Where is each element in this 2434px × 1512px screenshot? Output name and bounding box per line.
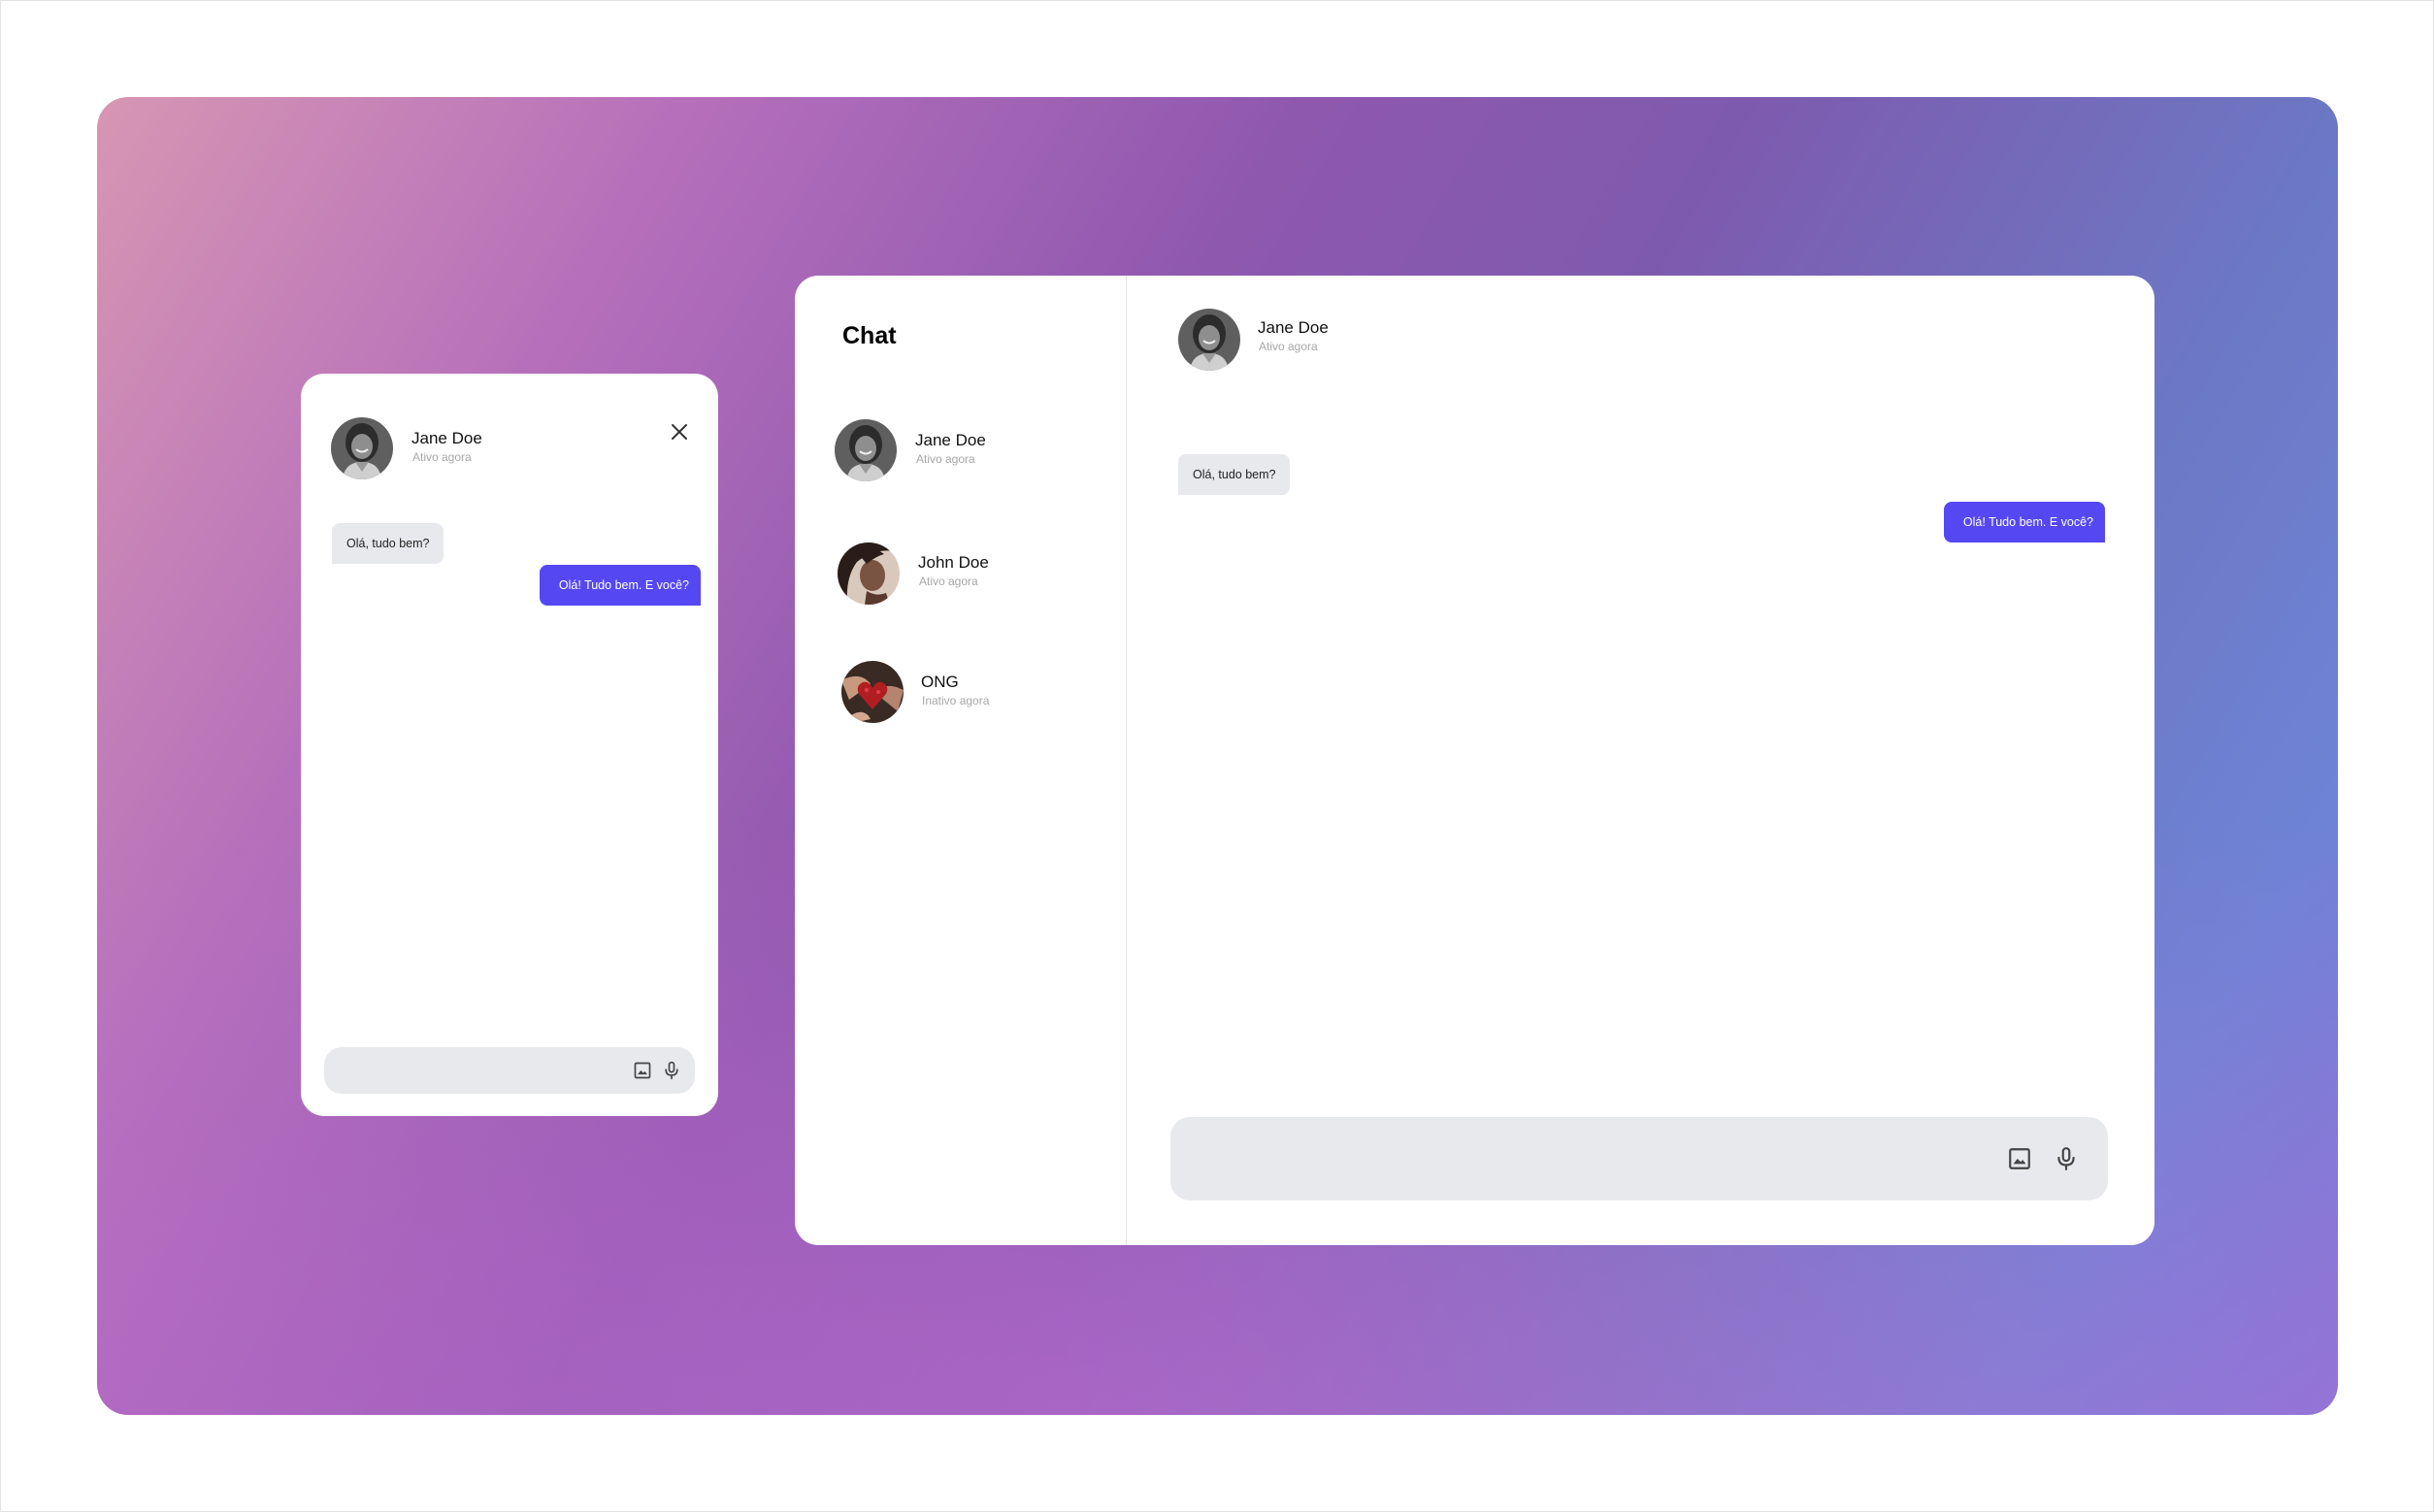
close-button[interactable]: [667, 419, 692, 444]
avatar: [841, 661, 904, 723]
contact-item-jane-doe[interactable]: Jane Doe Ativo agora: [795, 419, 1125, 497]
contact-name: Jane Doe: [915, 431, 986, 449]
avatar: [835, 419, 897, 481]
avatar: [1178, 309, 1240, 371]
message-incoming: Olá, tudo bem?: [1178, 454, 1291, 495]
contact-status: Ativo agora: [916, 452, 975, 466]
conversation-panel: Jane Doe Ativo agora Olá, tudo bem? Olá!…: [1127, 276, 2154, 1245]
avatar: [838, 542, 900, 605]
contact-status: Ativo agora: [412, 450, 472, 464]
contact-item-ong[interactable]: ONG Inativo agora: [795, 661, 1125, 739]
chat-widget: Jane Doe Ativo agora Olá, tudo bem? Olá!…: [301, 374, 718, 1116]
voice-message-button[interactable]: [2054, 1145, 2079, 1172]
attach-image-button[interactable]: [633, 1061, 652, 1080]
attach-image-button[interactable]: [2007, 1146, 2032, 1171]
microphone-icon: [665, 1061, 678, 1080]
contact-item-john-doe[interactable]: John Doe Ativo agora: [795, 542, 1125, 620]
conversation-contact-name: Jane Doe: [1258, 318, 1329, 337]
contact-name: ONG: [921, 673, 959, 691]
contact-status: Inativo agora: [922, 694, 990, 707]
contact-name: Jane Doe: [411, 429, 482, 447]
contacts-sidebar: Chat Jane Doe Ativo agora John Doe Ativo…: [795, 276, 1127, 1245]
image-icon: [2009, 1148, 2030, 1169]
avatar: [331, 417, 393, 479]
conversation-contact-status: Ativo agora: [1259, 340, 1318, 353]
image-icon: [634, 1062, 651, 1079]
sidebar-title: Chat: [842, 322, 897, 349]
message-outgoing: Olá! Tudo bem. E você?: [539, 565, 701, 606]
close-icon: [672, 424, 687, 440]
message-input[interactable]: [324, 1047, 615, 1094]
message-input[interactable]: [1170, 1117, 1986, 1200]
microphone-icon: [2057, 1147, 2075, 1170]
contact-name: John Doe: [918, 553, 989, 572]
chat-window: Chat Jane Doe Ativo agora John Doe Ativo…: [795, 276, 2154, 1245]
message-composer: [1170, 1117, 2108, 1200]
message-incoming: Olá, tudo bem?: [332, 523, 444, 564]
message-composer: [324, 1047, 695, 1094]
message-outgoing: Olá! Tudo bem. E você?: [1943, 502, 2105, 542]
contact-status: Ativo agora: [919, 575, 978, 588]
voice-message-button[interactable]: [662, 1060, 681, 1081]
